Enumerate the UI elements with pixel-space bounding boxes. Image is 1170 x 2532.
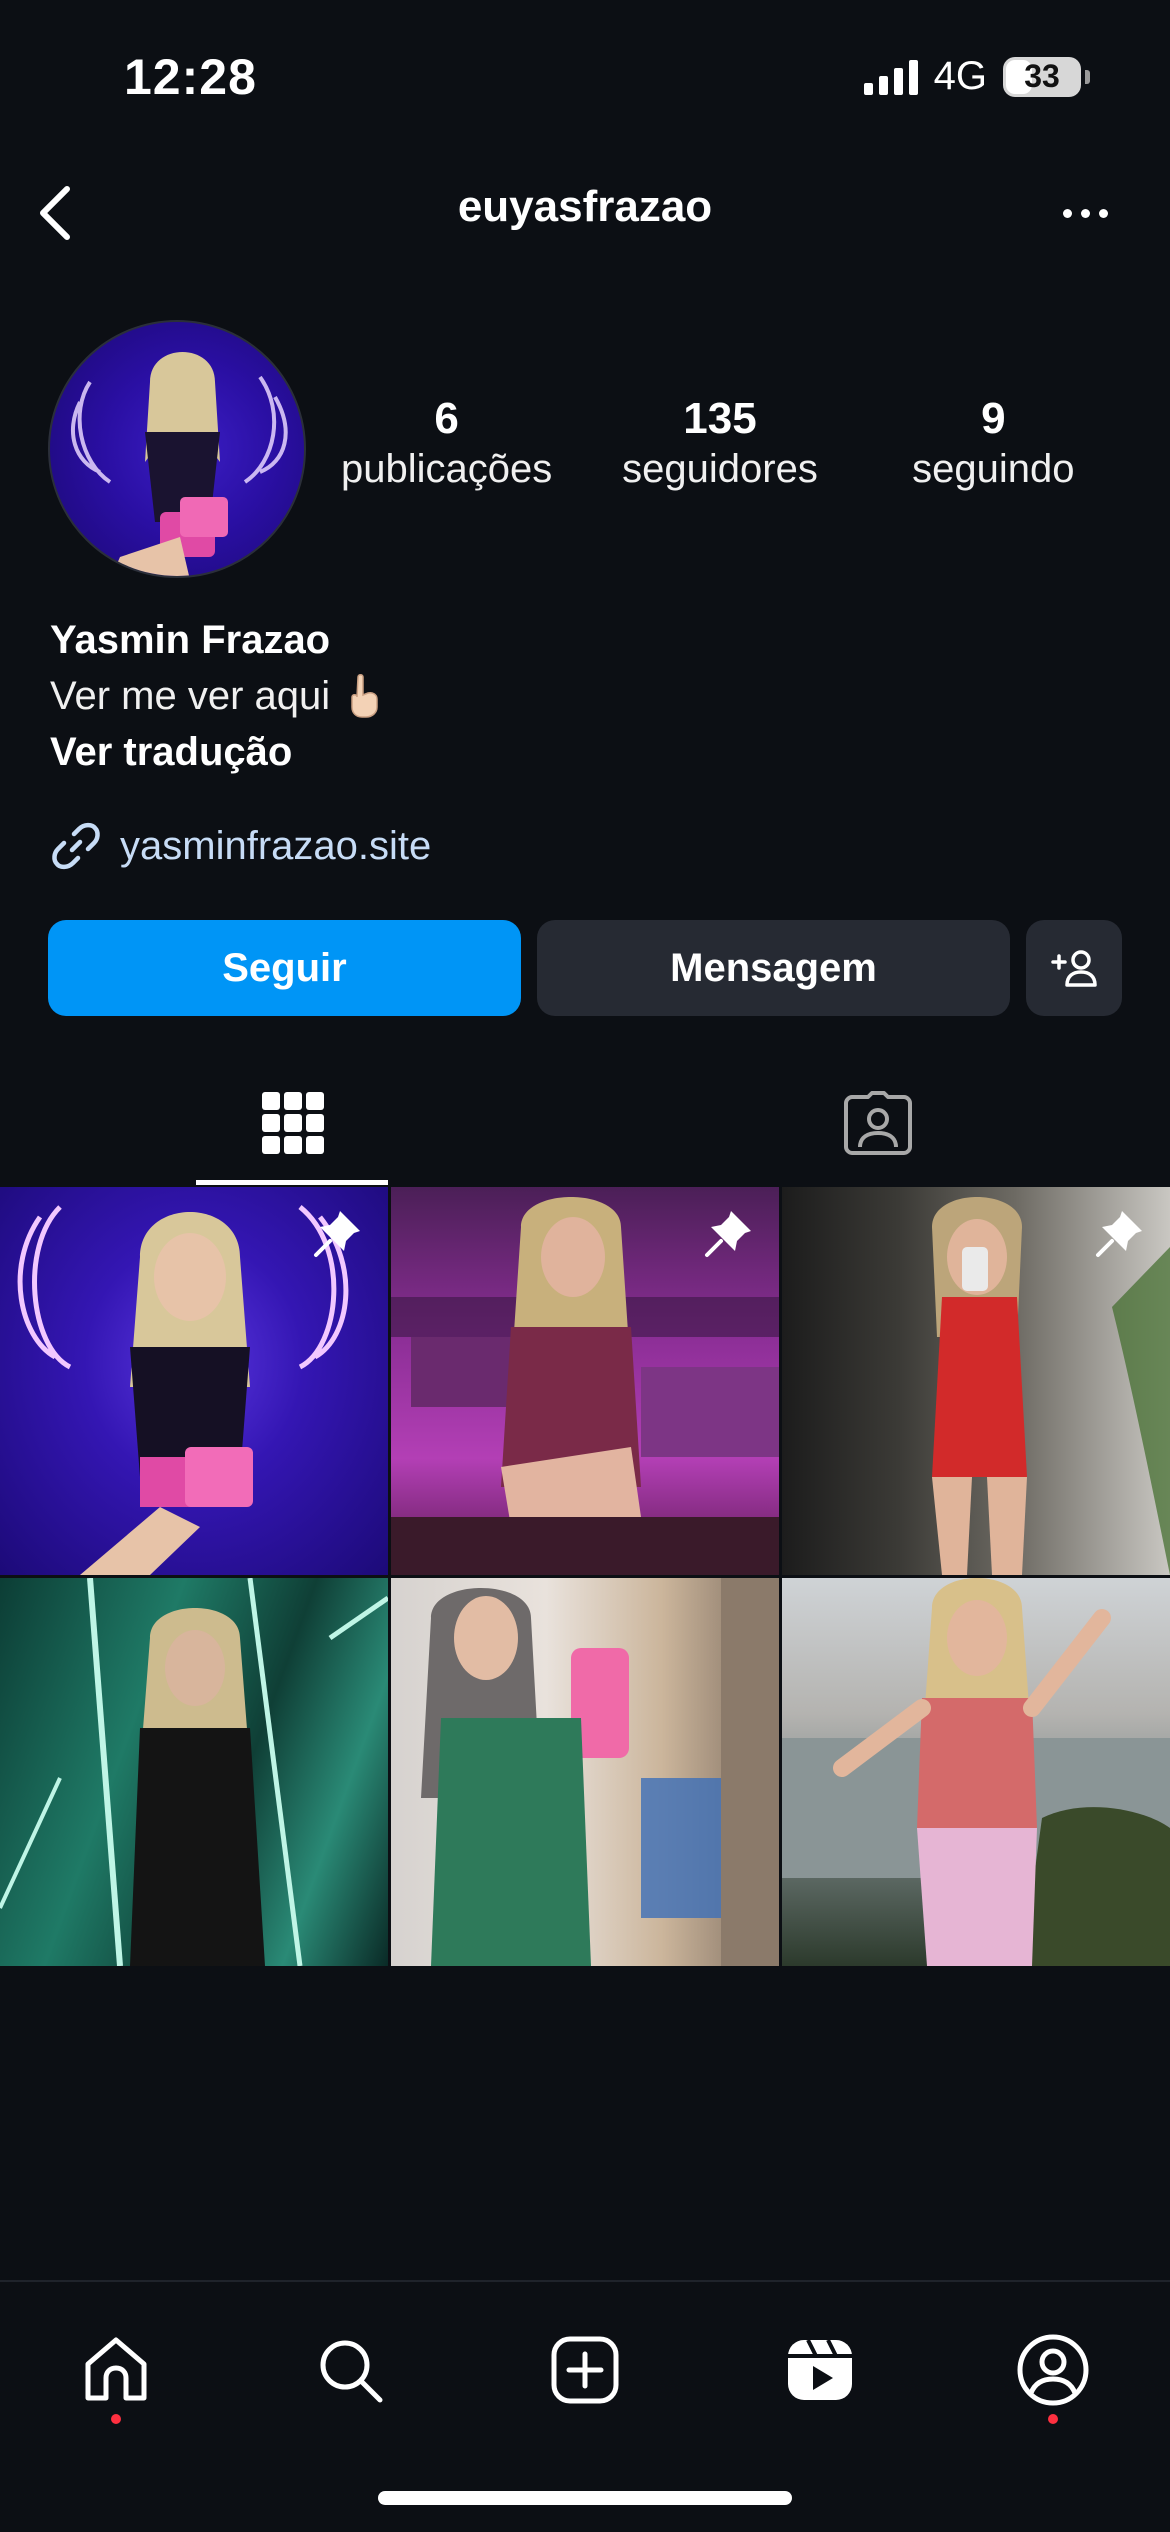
more-horizontal-icon (1062, 208, 1072, 218)
stat-posts[interactable]: 6 publicações (310, 394, 583, 493)
more-options-button[interactable] (1040, 178, 1130, 248)
battery-level: 33 (1024, 58, 1060, 94)
tagged-person-icon (843, 1091, 912, 1155)
nav-home[interactable] (66, 2320, 166, 2420)
post-thumbnail[interactable] (782, 1187, 1170, 1575)
profile-tabs (0, 1060, 1170, 1186)
link-icon (52, 822, 100, 870)
network-label: 4G (933, 54, 987, 98)
avatar[interactable] (48, 320, 306, 578)
plus-square-icon (551, 2336, 619, 2404)
active-tab-indicator (196, 1180, 388, 1185)
stat-label: seguidores (622, 447, 818, 492)
grid-icon (261, 1092, 324, 1154)
post-photo (782, 1578, 1170, 1966)
bio-line: Ver me ver aqui (50, 668, 1130, 724)
profile-summary: 6 publicações 135 seguidores 9 seguindo (0, 320, 1170, 580)
home-notification-dot (111, 2414, 121, 2424)
status-indicators: 4G 33 (863, 54, 1090, 99)
stat-following[interactable]: 9 seguindo (857, 394, 1130, 493)
profile-link[interactable]: yasminfrazao.site (50, 820, 1130, 872)
see-translation-link[interactable]: Ver tradução (50, 724, 1130, 780)
suggested-accounts-button[interactable] (1026, 920, 1122, 1016)
stat-followers[interactable]: 135 seguidores (583, 394, 856, 493)
battery-cap (1085, 69, 1090, 84)
post-thumbnail[interactable] (391, 1578, 779, 1966)
pin-icon (705, 1211, 751, 1257)
nav-reels[interactable] (770, 2320, 870, 2420)
stat-value: 9 (981, 394, 1006, 443)
tab-tagged[interactable] (585, 1060, 1170, 1186)
post-thumbnail[interactable] (782, 1578, 1170, 1966)
status-time: 12:28 (124, 49, 257, 105)
profile-name: Yasmin Frazao (50, 618, 331, 662)
profile-header: euyasfrazao (0, 150, 1170, 270)
pin-icon (1096, 1211, 1142, 1257)
profile-stats: 6 publicações 135 seguidores 9 seguindo (310, 394, 1130, 493)
post-thumbnail[interactable] (0, 1578, 388, 1966)
profile-link-text: yasminfrazao.site (120, 823, 432, 868)
stat-label: seguindo (912, 447, 1075, 492)
profile-actions: Seguir Mensagem (48, 920, 1122, 1016)
search-icon (320, 2340, 383, 2403)
post-thumbnail[interactable] (391, 1187, 779, 1575)
stat-label: publicações (341, 447, 553, 492)
nav-profile[interactable] (1003, 2320, 1103, 2420)
add-person-icon (1051, 950, 1097, 987)
home-indicator (378, 2491, 792, 2505)
post-photo (0, 1578, 388, 1966)
post-thumbnail[interactable] (0, 1187, 388, 1575)
profile-bio: Yasmin Frazao Ver me ver aqui Ver traduç… (50, 612, 1130, 872)
signal-icon (863, 59, 918, 95)
post-photo (421, 1578, 779, 1966)
stat-value: 135 (683, 394, 757, 443)
avatar-photo (70, 352, 288, 576)
message-button[interactable]: Mensagem (537, 920, 1010, 1016)
posts-grid (0, 1187, 1170, 1966)
home-icon (85, 2337, 147, 2401)
status-bar: 12:28 4G 33 (0, 0, 1170, 150)
nav-search[interactable] (300, 2320, 400, 2420)
page-title: euyasfrazao (457, 182, 713, 231)
pin-icon (314, 1211, 360, 1257)
profile-notification-dot (1048, 2414, 1058, 2424)
battery-icon: 33 (1003, 56, 1081, 97)
bio-text: Ver me ver aqui (50, 674, 331, 718)
tab-posts-grid[interactable] (0, 1060, 585, 1186)
pointing-down-hand-emoji (351, 674, 378, 718)
follow-button[interactable]: Seguir (48, 920, 521, 1016)
nav-create[interactable] (535, 2320, 635, 2420)
profile-icon (1017, 2334, 1089, 2406)
reels-icon (788, 2339, 852, 2400)
stat-value: 6 (434, 394, 459, 443)
